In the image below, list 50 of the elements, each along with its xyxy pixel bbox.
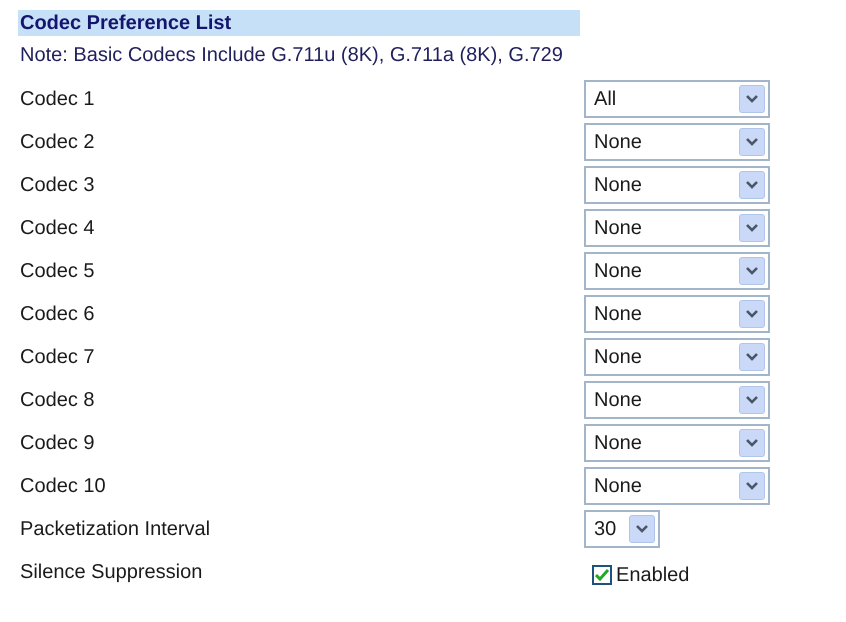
dropdown[interactable]: None bbox=[584, 338, 770, 376]
chevron-down-icon bbox=[746, 396, 758, 404]
setting-label: Codec 4 bbox=[19, 216, 96, 240]
dropdown[interactable]: None bbox=[584, 208, 770, 246]
setting-label: Codec 5 bbox=[19, 258, 96, 284]
dropdown-arrow-button[interactable] bbox=[739, 472, 765, 500]
checkmark-icon bbox=[595, 568, 609, 580]
setting-label: Codec 3 bbox=[19, 172, 96, 198]
setting-label: Codec 10 bbox=[19, 474, 107, 498]
setting-label: Codec 9 bbox=[19, 430, 96, 456]
chevron-down-icon bbox=[636, 524, 648, 532]
dropdown[interactable]: None bbox=[584, 380, 770, 418]
dropdown-arrow-button[interactable] bbox=[739, 300, 765, 328]
setting-label: Silence Suppression bbox=[19, 560, 204, 584]
dropdown-arrow-button[interactable] bbox=[629, 514, 655, 542]
chevron-down-icon bbox=[746, 94, 758, 102]
dropdown-arrow-button[interactable] bbox=[739, 84, 765, 112]
checkbox-label: Enabled bbox=[616, 562, 690, 588]
dropdown-arrow-button[interactable] bbox=[739, 342, 765, 370]
setting-label: Codec 1 bbox=[19, 86, 96, 112]
chevron-down-icon bbox=[746, 482, 758, 490]
dropdown-arrow-button[interactable] bbox=[739, 128, 765, 156]
dropdown-arrow-button[interactable] bbox=[739, 386, 765, 414]
dropdown[interactable]: 30 bbox=[584, 510, 660, 548]
setting-label: Codec 7 bbox=[19, 344, 96, 370]
chevron-down-icon bbox=[746, 180, 758, 188]
dropdown-arrow-button[interactable] bbox=[739, 256, 765, 284]
chevron-down-icon bbox=[746, 266, 758, 274]
dropdown-arrow-button[interactable] bbox=[739, 428, 765, 456]
chevron-down-icon bbox=[746, 138, 758, 146]
setting-label: Codec 2 bbox=[19, 130, 96, 154]
dropdown[interactable]: None bbox=[584, 122, 770, 160]
chevron-down-icon bbox=[746, 352, 758, 360]
dropdown-arrow-button[interactable] bbox=[739, 214, 765, 242]
dropdown[interactable]: None bbox=[584, 424, 770, 462]
dropdown[interactable]: None bbox=[584, 166, 770, 204]
dropdown[interactable]: None bbox=[584, 252, 770, 290]
dropdown-arrow-button[interactable] bbox=[739, 170, 765, 198]
chevron-down-icon bbox=[746, 438, 758, 446]
setting-label: Codec 6 bbox=[19, 302, 96, 326]
section-title: Codec Preference List bbox=[18, 10, 580, 36]
chevron-down-icon bbox=[746, 310, 758, 318]
setting-label: Codec 8 bbox=[19, 388, 96, 412]
checkbox[interactable] bbox=[592, 564, 612, 584]
note-text: Note: Basic Codecs Include G.711u (8K), G.711a (8K), G.729 bbox=[19, 43, 564, 67]
chevron-down-icon bbox=[746, 224, 758, 232]
dropdown[interactable]: None bbox=[584, 294, 770, 332]
dropdown[interactable]: All bbox=[584, 80, 770, 118]
dropdown[interactable]: None bbox=[584, 466, 770, 504]
setting-label: Packetization Interval bbox=[19, 516, 212, 542]
